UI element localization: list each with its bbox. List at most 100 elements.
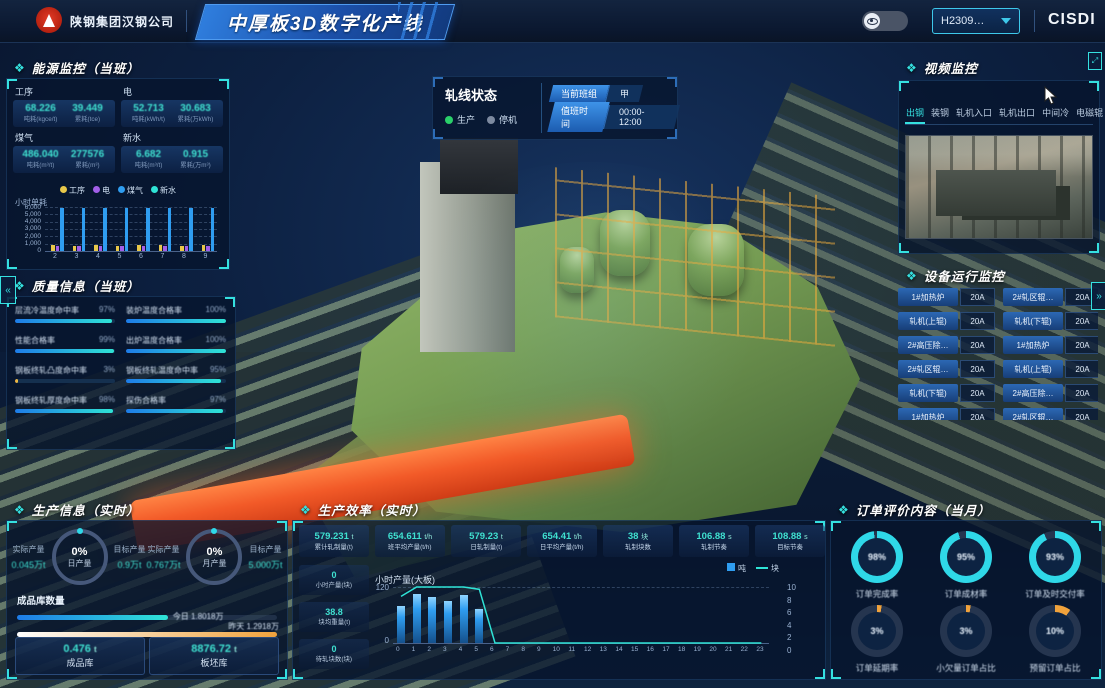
order-donut-hole: 3% xyxy=(947,612,985,650)
video-tab-装钢[interactable]: 装钢 xyxy=(930,103,950,124)
video-expand-tab[interactable]: ⤢ xyxy=(1088,52,1102,70)
x-tick: 15 xyxy=(631,646,638,653)
hour-chart-plot xyxy=(393,587,769,644)
quality-percent: 95% xyxy=(210,365,226,376)
gauge-ring: 0%月产量 xyxy=(186,529,242,585)
production-status-dot xyxy=(445,116,453,124)
energy-bar xyxy=(211,208,215,251)
gauge-actual-label: 实际产量 xyxy=(146,544,180,555)
energy-bar xyxy=(146,208,150,251)
energy-bar xyxy=(159,245,163,251)
energy-group-name: 工序 xyxy=(15,85,115,98)
order-donut-percent: 93% xyxy=(1046,552,1064,562)
mill-status-title: 轧线状态 xyxy=(445,85,497,104)
camera-feed[interactable] xyxy=(905,135,1093,239)
diamond-icon: ❖ xyxy=(838,503,850,517)
quality-item: 性能合格率99% xyxy=(15,335,115,353)
plate-id-dropdown[interactable]: H2309… xyxy=(932,8,1020,34)
x-tick: 6 xyxy=(490,646,494,653)
right-y-tick: 0 xyxy=(787,646,796,655)
gauge-actual-label: 实际产量 xyxy=(11,544,45,555)
company-name: 陕钢集团汉钢公司 xyxy=(70,13,174,30)
equipment-cell[interactable]: 轧机(上辊)20A xyxy=(898,312,995,330)
shift-value: 甲 xyxy=(605,85,643,102)
equipment-cell[interactable]: 2#高压除…20A xyxy=(898,336,995,354)
equipment-cell[interactable]: 轧机(下辊)20A xyxy=(898,384,995,402)
order-donut-percent: 3% xyxy=(870,626,883,636)
collapse-left-tab[interactable]: « xyxy=(0,276,16,304)
visibility-toggle[interactable] xyxy=(862,11,908,31)
equipment-cell[interactable]: 1#加热炉20A xyxy=(898,288,995,306)
legend-item: 煤气 xyxy=(118,185,143,196)
side-box-label: 块均重量(t) xyxy=(318,617,350,626)
quality-bar-fill xyxy=(15,409,113,413)
production-gauge-group: 实际产量0.045万t0%日产量目标产量0.9万t xyxy=(11,529,145,585)
quality-bar-fill xyxy=(126,349,226,353)
energy-metric-unit: 累耗(万kWh) xyxy=(174,115,216,124)
quality-item-header: 钢板终轧温度命中率95% xyxy=(126,365,226,376)
energy-metric-value: 30.683 xyxy=(172,103,219,114)
efficiency-card-label: 班平均产量(t/h) xyxy=(388,542,432,551)
equipment-current-value: 20A xyxy=(960,336,995,354)
quality-item: 探伤合格率97% xyxy=(126,395,226,413)
equipment-current-value: 20A xyxy=(960,360,995,378)
quality-label: 装炉温度合格率 xyxy=(126,305,182,316)
quality-percent: 3% xyxy=(103,365,115,376)
right-y-tick: 2 xyxy=(787,633,796,642)
y-tick: 4,000 xyxy=(15,218,41,225)
video-tab-轧机入口[interactable]: 轧机入口 xyxy=(955,103,993,124)
inventory-card: 0.476 t成品库 xyxy=(15,637,145,675)
energy-chart-yaxis: 6,0005,0004,0003,0002,0001,0000 xyxy=(15,204,41,254)
quality-percent: 97% xyxy=(210,395,226,406)
equipment-cell[interactable]: 2#轧区辊…20A xyxy=(1003,288,1098,306)
order-donut-cell: 93%订单及时交付率 xyxy=(1011,531,1099,600)
equipment-cell[interactable]: 2#高压除…20A xyxy=(1003,384,1098,402)
equipment-cell[interactable]: 1#加热炉20A xyxy=(898,408,995,420)
side-box-value: 38.8 xyxy=(325,607,343,617)
gauge-percent: 0% xyxy=(72,546,88,558)
equipment-cell[interactable]: 轧机(上辊)20A xyxy=(1003,360,1098,378)
banner-stripes xyxy=(398,2,438,40)
equipment-cell[interactable]: 2#轧区辊…20A xyxy=(898,360,995,378)
video-tab-出钢[interactable]: 出钢 xyxy=(905,103,925,124)
order-donut-percent: 98% xyxy=(868,552,886,562)
x-tick: 7 xyxy=(161,253,165,260)
hour-line-series xyxy=(393,587,769,643)
legend-swatch xyxy=(756,567,768,569)
efficiency-card-value: 654.41 t/h xyxy=(542,531,582,542)
efficiency-card-value: 38 块 xyxy=(628,531,648,542)
quality-bar-fill xyxy=(15,349,114,353)
energy-metric: 30.683累耗(万kWh) xyxy=(172,103,219,124)
collapse-right-tab[interactable]: » xyxy=(1091,282,1105,310)
equipment-grid: 1#加热炉20A 2#轧区辊…20A 轧机(上辊)20A 轧机(下辊)20A 2#高压除… xyxy=(898,288,1098,420)
video-tab-中间冷[interactable]: 中间冷 xyxy=(1041,103,1070,124)
y-tick: 2,000 xyxy=(15,233,41,240)
legend-swatch xyxy=(727,563,735,571)
order-donut-cell: 3%小欠量订单占比 xyxy=(922,605,1010,674)
order-donut-cell: 10%预留订单占比 xyxy=(1011,605,1099,674)
gauge-target: 目标产量5.000万t xyxy=(248,544,282,571)
equipment-label: 2#轧区辊… xyxy=(898,360,958,378)
order-donut-hole: 10% xyxy=(1036,612,1074,650)
legend-item: 电 xyxy=(93,185,110,196)
order-donut: 98% xyxy=(851,531,903,583)
equipment-cell[interactable]: 1#加热炉20A xyxy=(1003,336,1098,354)
quality-bar-track xyxy=(15,349,115,353)
energy-bar xyxy=(202,245,206,251)
y-tick: 3,000 xyxy=(15,225,41,232)
video-tab-电磁辊[interactable]: 电磁辊 xyxy=(1075,103,1104,124)
quality-percent: 99% xyxy=(99,335,115,346)
order-donut-cell: 95%订单成材率 xyxy=(922,531,1010,600)
energy-bar xyxy=(77,246,81,251)
quality-percent: 97% xyxy=(99,305,115,316)
video-tab-轧机出口[interactable]: 轧机出口 xyxy=(998,103,1036,124)
x-tick: 2 xyxy=(427,646,431,653)
equipment-cell[interactable]: 轧机(下辊)20A xyxy=(1003,312,1098,330)
x-tick: 23 xyxy=(756,646,763,653)
energy-group-name: 煤气 xyxy=(15,131,115,144)
shutdown-status-dot xyxy=(487,116,495,124)
x-tick: 4 xyxy=(459,646,463,653)
equipment-cell[interactable]: 2#轧区辊…20A xyxy=(1003,408,1098,420)
status-divider xyxy=(541,83,542,133)
side-box-value: 0 xyxy=(331,644,336,654)
